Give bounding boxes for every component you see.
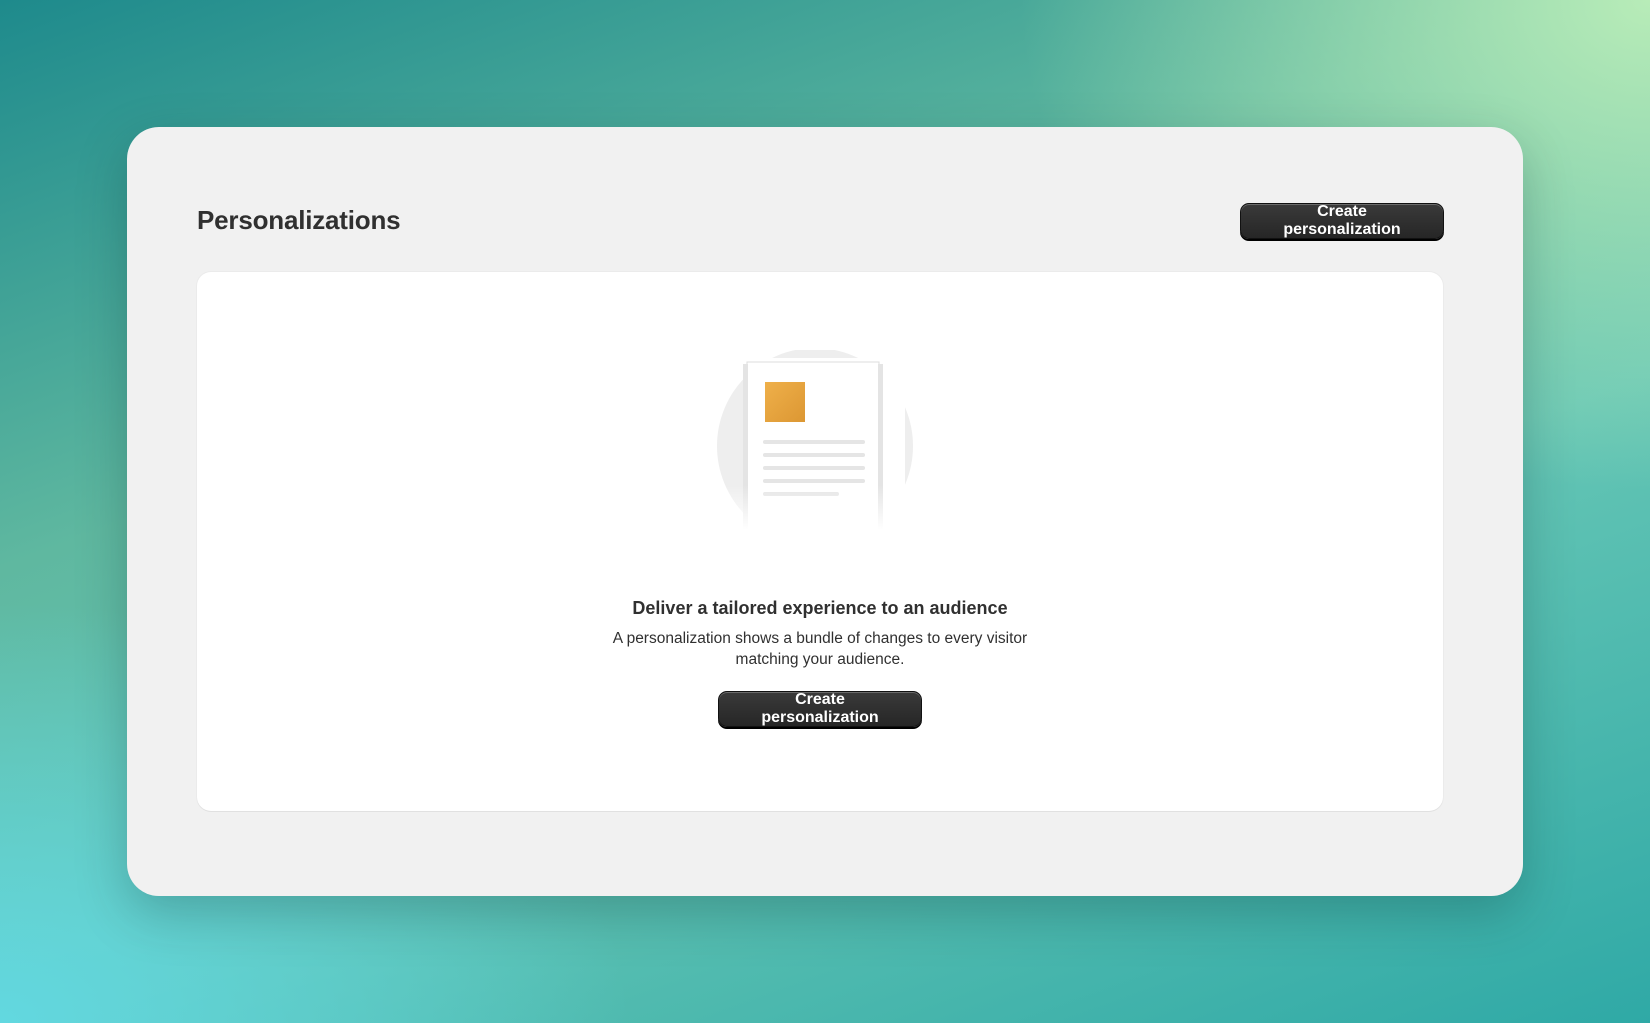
empty-state-description: A personalization shows a bundle of chan… bbox=[612, 630, 1028, 668]
app-window: Personalizations Create personalization bbox=[127, 127, 1523, 896]
empty-state-card: Deliver a tailored experience to an audi… bbox=[197, 272, 1443, 811]
create-personalization-button[interactable]: Create personalization bbox=[1240, 203, 1444, 239]
empty-state-create-button[interactable]: Create personalization bbox=[718, 691, 922, 727]
empty-state-heading: Deliver a tailored experience to an audi… bbox=[632, 598, 1008, 618]
document-icon bbox=[717, 350, 917, 530]
page-title: Personalizations bbox=[197, 205, 401, 235]
